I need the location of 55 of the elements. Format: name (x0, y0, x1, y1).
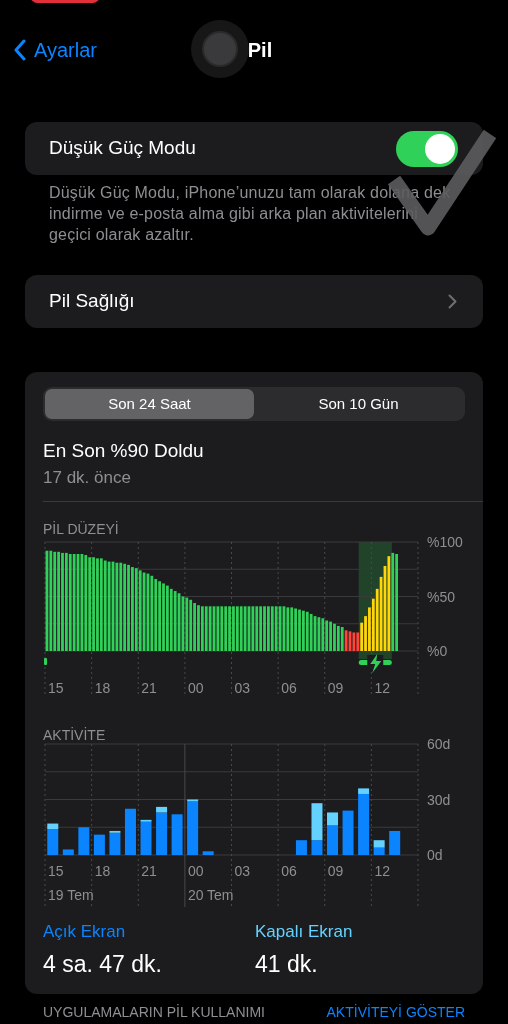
section-label: AKTİVİTE (42, 727, 107, 743)
battery-health-row[interactable]: Pil Sağlığı (25, 275, 483, 328)
bar (125, 808, 136, 855)
axis-label: 00 (187, 680, 204, 696)
section-label: UYGULAMALARIN PİL KULLANIMI (43, 1004, 265, 1021)
axis-label: 06 (281, 680, 297, 696)
axis-label: 15 (48, 863, 64, 879)
axis-label: 0d (427, 847, 443, 863)
axis-label: %100 (427, 535, 463, 550)
screen-time-value: 41 dk. (255, 949, 319, 979)
axis-label: 19 Tem (48, 887, 94, 903)
section-label: PİL DÜZEYİ (42, 521, 120, 537)
charging-mark (44, 658, 47, 665)
last-charge-time: 17 dk. önce (43, 467, 132, 489)
row-label: Düşük Güç Modu (49, 136, 196, 161)
back-button[interactable]: Ayarlar (14, 35, 97, 65)
bar (62, 849, 74, 855)
axis-label: 20 Tem (187, 887, 234, 903)
bar (202, 851, 214, 855)
axis-label: 12 (374, 863, 390, 879)
axis-label: %50 (427, 588, 456, 605)
axis-label: 03 (234, 680, 251, 696)
axis-label: 06 (281, 863, 297, 879)
bar (295, 840, 307, 855)
segment-tab[interactable]: Son 10 Gün (254, 389, 463, 419)
bar (93, 834, 105, 855)
page-title: Pil (247, 38, 273, 63)
axis-label: 09 (327, 863, 344, 879)
bar (389, 830, 401, 855)
axis-label: 60d (427, 739, 451, 752)
legend-label: Açık Ekran (43, 921, 127, 943)
axis-label: 18 (94, 680, 111, 696)
bar (78, 827, 90, 855)
chevron-left-icon (14, 39, 26, 61)
toggle-switch[interactable] (396, 130, 458, 167)
axis-label: 09 (327, 680, 344, 696)
show-activity-link[interactable]: AKTİVİTEYİ GÖSTER (326, 1004, 465, 1021)
row-label: Pil Sağlığı (49, 289, 135, 314)
axis-label: 21 (141, 680, 157, 696)
axis-label: 30d (427, 791, 451, 808)
axis-label: 12 (374, 680, 390, 696)
axis-label: 21 (141, 863, 157, 879)
bar (171, 814, 183, 855)
charging-indicator-icon (358, 654, 392, 673)
axis-label: 18 (94, 863, 111, 879)
chevron-right-icon (448, 294, 457, 309)
last-charge-title: En Son %90 Doldu (43, 439, 205, 463)
axis-label: %0 (427, 643, 448, 659)
screen-time-value: 4 sa. 47 dk. (43, 949, 163, 979)
segment-tab[interactable]: Son 24 Saat (45, 389, 254, 419)
axis-label: 00 (187, 863, 204, 879)
axis-label: 03 (234, 863, 251, 879)
bar (342, 810, 354, 855)
axis-label: 15 (48, 680, 64, 696)
legend-label: Kapalı Ekran (255, 921, 353, 943)
